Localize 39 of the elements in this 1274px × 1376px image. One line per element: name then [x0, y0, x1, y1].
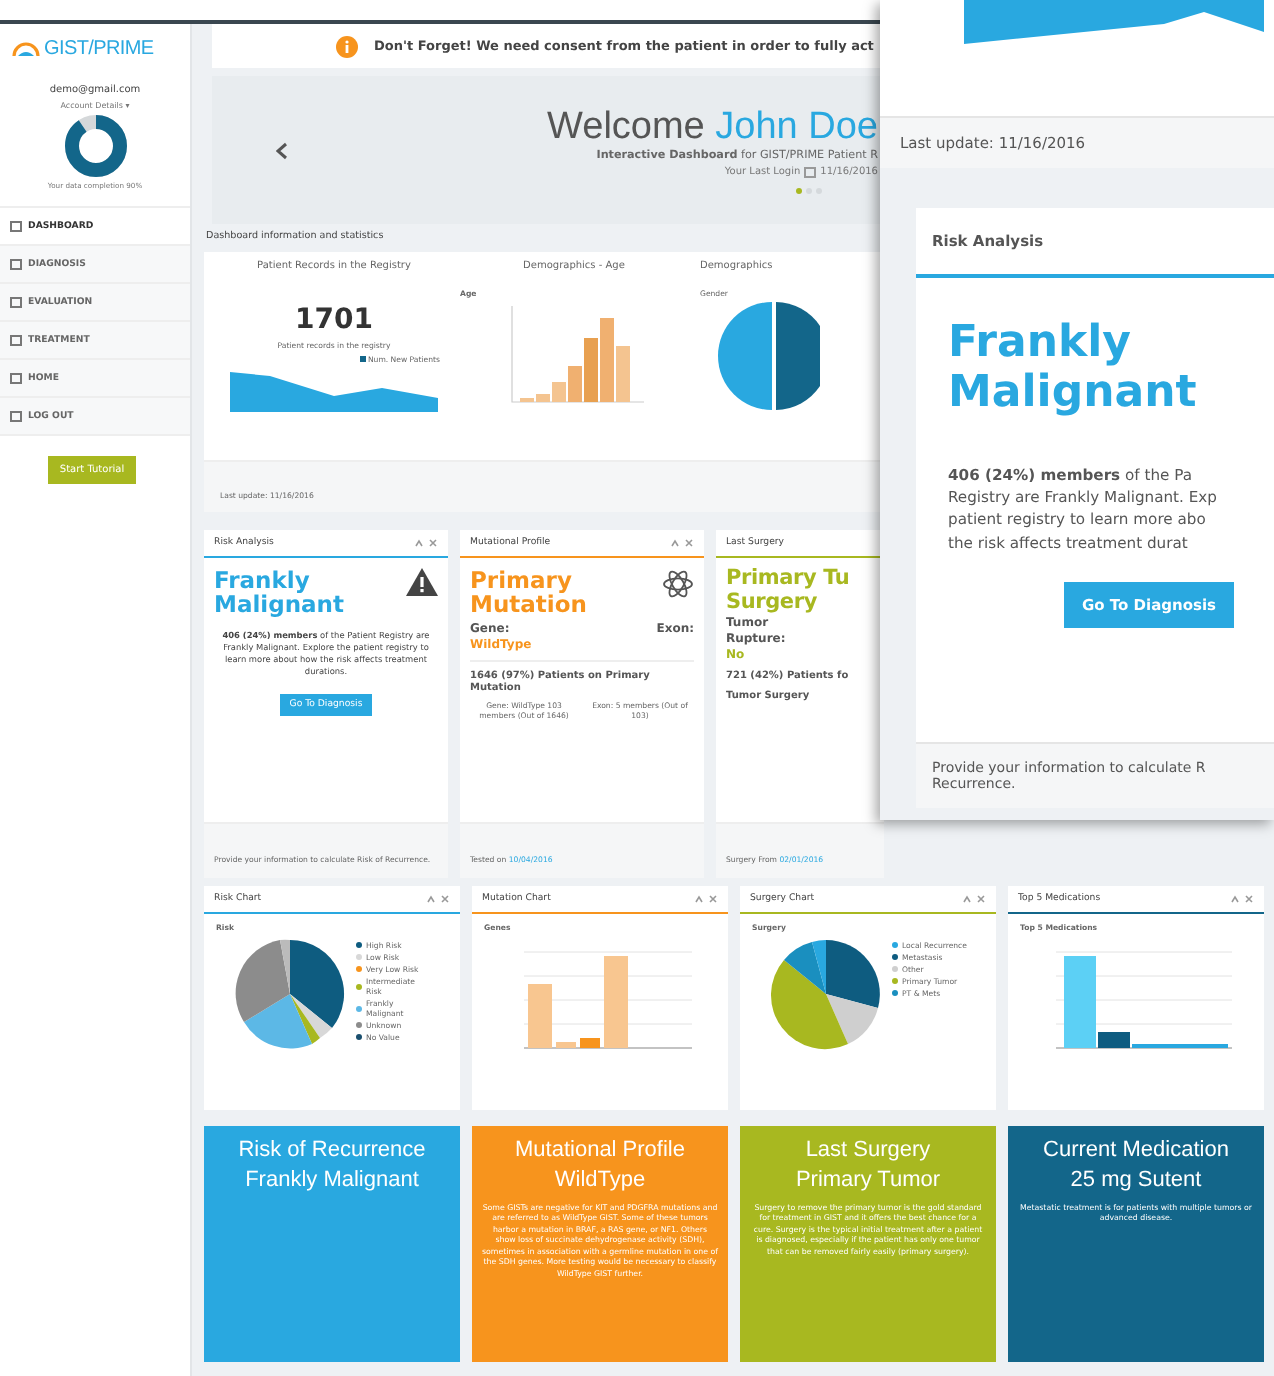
- collapse-close-icon[interactable]: [414, 538, 438, 548]
- pie-chart-drawing: [232, 936, 348, 1052]
- collapse-close-icon[interactable]: [962, 894, 986, 904]
- collapse-close-icon[interactable]: [1230, 894, 1254, 904]
- tile-title: Current Medication: [1043, 1136, 1229, 1166]
- user-name: John Doe: [715, 106, 878, 148]
- chevron-left-icon[interactable]: [276, 141, 288, 159]
- record-count: 1701: [295, 304, 373, 336]
- nav-icon: [10, 410, 22, 422]
- nav-icon: [10, 258, 22, 270]
- surgery-heading: Primary Tu: [726, 568, 852, 591]
- info-icon: [336, 35, 358, 57]
- risk-heading: Frankly Malignant: [214, 568, 346, 617]
- tile-value: Frankly Malignant: [245, 1165, 419, 1196]
- calendar-icon: [804, 166, 817, 178]
- atom-icon: [662, 568, 694, 600]
- logo-icon: [12, 39, 40, 57]
- pie-chart-drawing: [768, 936, 884, 1052]
- welcome-text: Welcome: [547, 106, 705, 148]
- nav-icon: [10, 220, 22, 232]
- tile-value: Primary Tumor: [795, 1165, 941, 1196]
- warning-icon: [406, 568, 438, 596]
- tile-title: Mutational Profile: [515, 1136, 685, 1166]
- tile-value: 25 mg Sutent: [1070, 1165, 1202, 1196]
- nav-icon: [10, 372, 22, 384]
- nav-icon: [10, 334, 22, 346]
- tile-title: Last Surgery: [805, 1136, 931, 1166]
- surgery-heading: Surgery: [726, 592, 819, 615]
- tile-title: Risk of Recurrence: [238, 1136, 426, 1166]
- app-logo: GIST/PRIME: [44, 37, 154, 59]
- collapse-close-icon[interactable]: [426, 894, 450, 904]
- tile-value: WildType: [554, 1165, 646, 1196]
- collapse-close-icon[interactable]: [670, 538, 694, 548]
- collapse-close-icon[interactable]: [694, 894, 718, 904]
- completion-donut: [63, 114, 127, 178]
- carousel-dot[interactable]: [796, 188, 802, 194]
- nav-icon: [10, 296, 22, 308]
- legend-swatch: [359, 356, 366, 362]
- mutation-heading: Primary Mutation: [470, 568, 589, 617]
